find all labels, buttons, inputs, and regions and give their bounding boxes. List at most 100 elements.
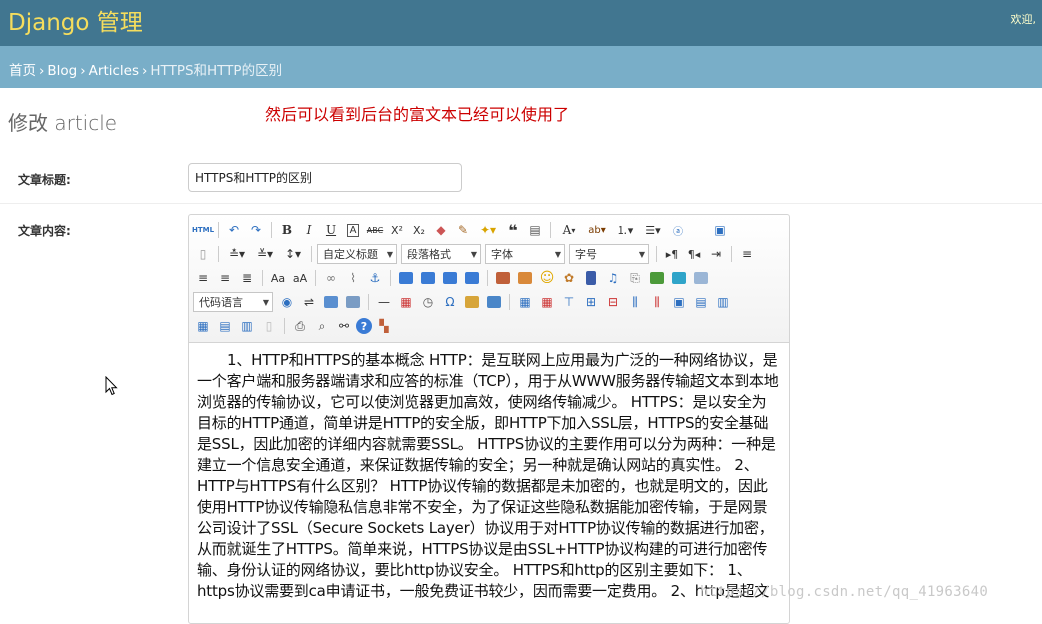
merge-right-icon[interactable]: ▤ [691,292,711,312]
paste-plain-icon[interactable]: ▤ [525,220,545,240]
editor-content-area[interactable]: 1、HTTP和HTTPS的基本概念 HTTP：是互联网上应用最为广泛的一种网络协… [189,344,789,624]
ordered-list-icon[interactable]: ⒈▾ [612,220,638,240]
blockquote-icon[interactable]: ❝ [503,220,523,240]
music-icon[interactable]: ♫ [603,268,623,288]
code-language-select[interactable]: 代码语言 ▼ [193,292,273,312]
delete-row-icon[interactable]: ⊟ [603,292,623,312]
subscript-icon[interactable]: X₂ [409,220,429,240]
background-icon[interactable]: ⇌ [299,292,319,312]
font-border-icon[interactable]: A [343,220,363,240]
special-chars-icon[interactable]: Ω [440,292,460,312]
paragraph-spacing-bottom-icon[interactable]: ≚▾ [252,244,278,264]
user-tools: 欢迎, [1010,13,1037,26]
direction-ltr-icon[interactable]: ▸¶ [662,244,682,264]
align-left-icon[interactable]: ≡ [737,244,757,264]
align-justify-icon[interactable]: ≣ [237,268,257,288]
page-break-icon[interactable]: ◉ [277,292,297,312]
toolbar-divider [218,246,219,262]
bold-icon[interactable]: B [277,220,297,240]
font-color-label: A [562,223,572,237]
image-none-icon[interactable] [396,268,416,288]
date-icon[interactable]: ▦ [396,292,416,312]
print-icon[interactable]: ⎙ [290,316,310,336]
insert-table-icon[interactable]: ▦ [515,292,535,312]
background-image-icon[interactable] [343,292,363,312]
title-input[interactable] [188,163,462,192]
toolbar-divider [487,270,488,286]
eraser-icon[interactable]: ◆ [431,220,451,240]
line-height-icon[interactable]: ↕▾ [280,244,306,264]
spellcheck-icon[interactable]: ⓐ [668,220,688,240]
paragraph-spacing-top-icon[interactable]: ≛▾ [224,244,250,264]
align-right-icon[interactable]: ≡ [215,268,235,288]
direction-rtl-icon[interactable]: ¶◂ [684,244,704,264]
italic-icon[interactable]: I [299,220,319,240]
link-icon[interactable]: ∞ [321,268,341,288]
insert-image-icon[interactable] [515,268,535,288]
breadcrumb-app[interactable]: Blog [47,63,77,79]
delete-col-icon[interactable]: ⫼ [647,292,667,312]
toolbar-row-4: 代码语言 ▼ ◉ ⇌ — ▦ ◷ Ω ▦ ▦ ⊤ ⊞ ⊟ ⫼ ⫼ ▣ ▤ ▥ [193,291,733,313]
time-icon[interactable]: ◷ [418,292,438,312]
paragraph-format-value: 段落格式 [407,248,451,261]
superscript-icon[interactable]: X² [387,220,407,240]
fullscreen-icon[interactable]: ▣ [710,220,730,240]
merge-down-icon[interactable]: ▥ [713,292,733,312]
help-icon[interactable]: ? [356,318,372,334]
site-branding[interactable]: Django 管理 [8,3,143,37]
insert-frame-icon[interactable] [691,268,711,288]
redo-icon[interactable]: ↷ [246,220,266,240]
insert-row-icon[interactable]: ⊞ [581,292,601,312]
image-right-icon[interactable] [440,268,460,288]
charts-icon[interactable]: ▯ [259,316,279,336]
template-icon[interactable] [321,292,341,312]
unordered-list-icon[interactable]: ☰▾ [640,220,666,240]
undo-icon[interactable]: ↶ [224,220,244,240]
split-to-rows-icon[interactable]: ▤ [215,316,235,336]
insert-paragraph-before-table-icon[interactable]: ⊤ [559,292,579,312]
underline-icon[interactable]: U [321,220,341,240]
insert-col-icon[interactable]: ⫼ [625,292,645,312]
map-icon[interactable] [647,268,667,288]
delete-table-icon[interactable]: ▦ [537,292,557,312]
indent-icon[interactable]: ⇥ [706,244,726,264]
anchor-icon[interactable]: ⚓ [365,268,385,288]
new-document-icon[interactable]: ▯ [193,244,213,264]
align-center-icon[interactable]: ≡ [193,268,213,288]
scrawl-icon[interactable]: ✿ [559,268,579,288]
uppercase-icon[interactable]: Aa [268,268,288,288]
attachment-icon[interactable]: ⎘ [625,268,645,288]
edittip-icon[interactable] [484,292,504,312]
search-replace-icon[interactable]: ⚯ [334,316,354,336]
drafts-icon[interactable]: ▚ [374,316,394,336]
google-map-icon[interactable] [669,268,689,288]
image-left-icon[interactable] [418,268,438,288]
strikethrough-icon[interactable]: ABC [365,220,385,240]
highlight-color-icon[interactable]: ab▾ [584,220,610,240]
breadcrumb-home[interactable]: 首页 [9,63,36,79]
auto-format-icon[interactable]: ✦▾ [475,220,501,240]
image-center-icon[interactable] [462,268,482,288]
font-color-icon[interactable]: A ▾ [556,220,582,240]
horizontal-rule-icon[interactable]: — [374,292,394,312]
preview-icon[interactable]: ⌕ [312,316,332,336]
split-to-cells-icon[interactable]: ▦ [193,316,213,336]
custom-title-select[interactable]: 自定义标题 ▼ [317,244,397,264]
format-brush-icon[interactable]: ✎ [453,220,473,240]
html-source-icon[interactable]: HTML [192,220,214,240]
emotion-icon[interactable]: ☺ [537,268,557,288]
simple-upload-icon[interactable] [493,268,513,288]
breadcrumb-separator: › [142,63,148,79]
breadcrumb-model[interactable]: Articles [89,63,139,79]
font-size-select[interactable]: 字号 ▼ [569,244,649,264]
wordimage-icon[interactable] [462,292,482,312]
toolbar-divider [550,222,551,238]
split-to-cols-icon[interactable]: ▥ [237,316,257,336]
merge-cells-icon[interactable]: ▣ [669,292,689,312]
insert-video-icon[interactable] [581,268,601,288]
unlink-icon[interactable]: ⌇ [343,268,363,288]
lowercase-icon[interactable]: aA [290,268,310,288]
paragraph-format-select[interactable]: 段落格式 ▼ [401,244,481,264]
toolbar-divider [218,222,219,238]
font-family-select[interactable]: 字体 ▼ [485,244,565,264]
